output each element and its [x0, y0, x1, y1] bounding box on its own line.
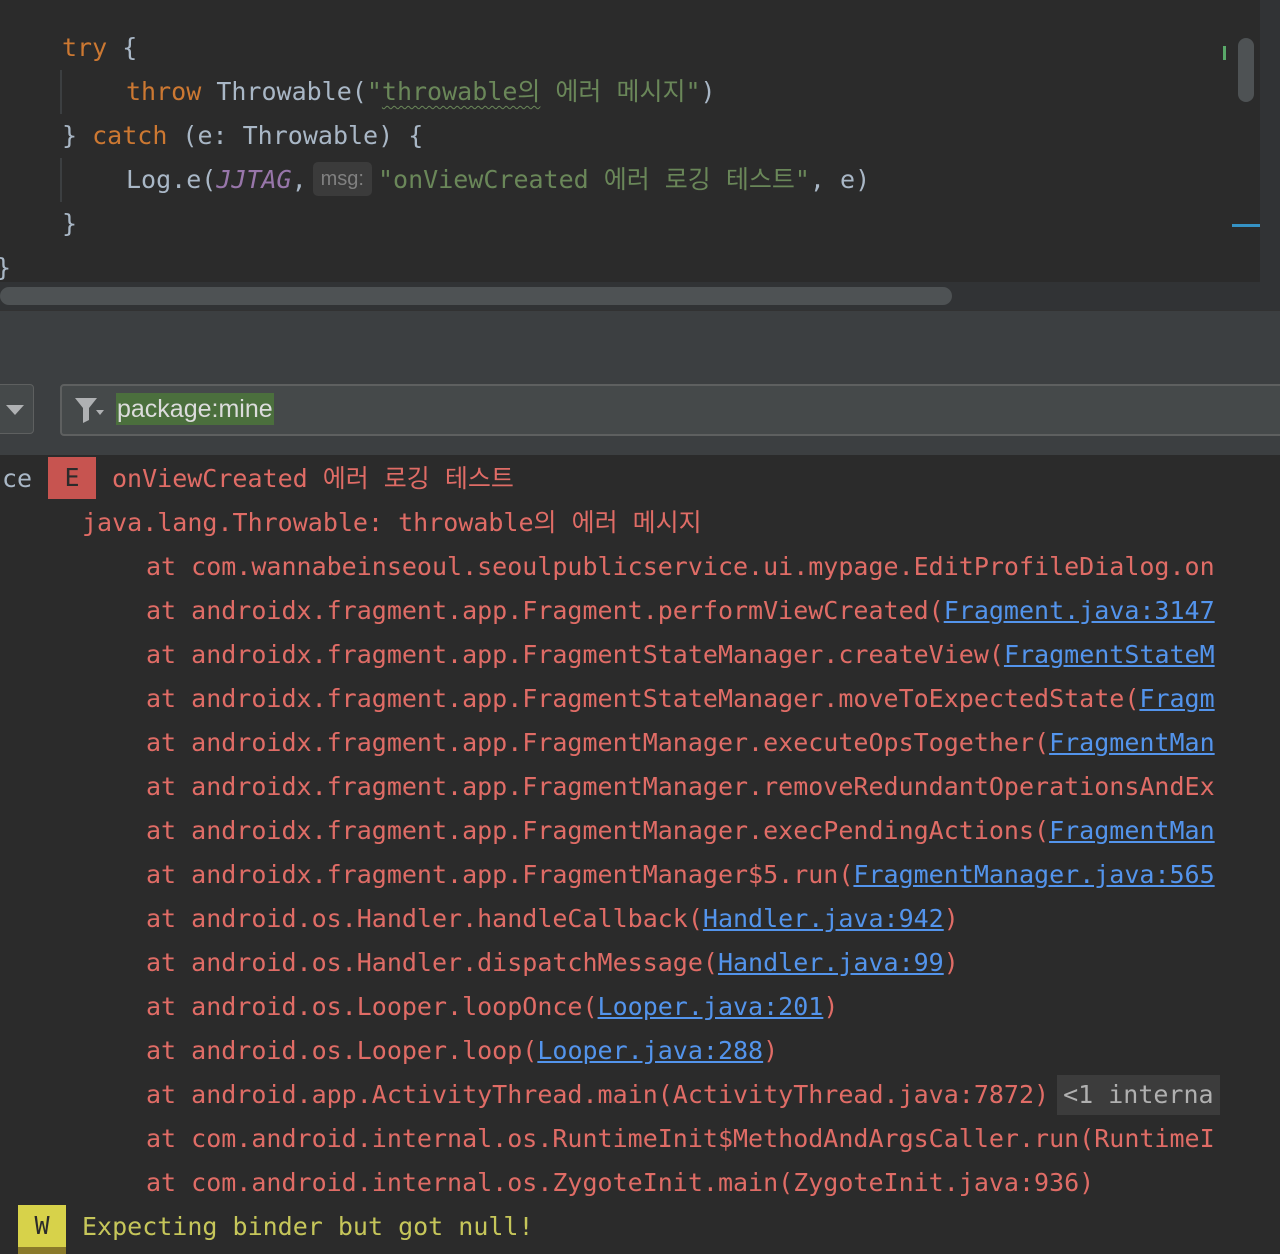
stack-frame-tail: ) — [823, 992, 839, 1021]
filter-query-text[interactable]: package:mine — [116, 393, 274, 425]
keyword-throw: throw — [126, 77, 202, 106]
spelling-warning-text[interactable]: throwable의 — [382, 77, 540, 106]
stack-frame: at android.os.Handler.handleCallback(Han… — [146, 897, 959, 941]
code-text: ) — [700, 77, 716, 106]
indent-guide — [60, 158, 62, 202]
source-link[interactable]: Handler.java:942 — [703, 904, 944, 933]
editor-vertical-scrollbar[interactable] — [1238, 38, 1254, 102]
code-text: Throwable( — [201, 77, 367, 106]
keyword-catch: catch — [92, 121, 168, 150]
stack-frame-tail: ) — [943, 904, 959, 933]
stack-frame: at android.app.ActivityThread.main(Activ… — [146, 1073, 1220, 1117]
stack-frame: at androidx.fragment.app.FragmentManager… — [146, 853, 1215, 897]
stack-frame: at android.os.Looper.loop(Looper.java:28… — [146, 1029, 778, 1073]
parameter-hint: msg: — [312, 162, 372, 196]
code-line-outer-close: } — [0, 246, 11, 285]
error-level-badge: E — [48, 457, 96, 499]
warning-message: Expecting binder but got null! — [82, 1212, 534, 1241]
editor-horizontal-scrollbar[interactable] — [0, 287, 952, 305]
source-link[interactable]: Looper.java:201 — [598, 992, 824, 1021]
code-text: { — [107, 33, 138, 62]
change-marker[interactable] — [1223, 46, 1226, 60]
code-line-try: try { — [62, 26, 137, 70]
code-line-throw: throw Throwable("throwable의 에러 메시지") — [126, 70, 716, 114]
editor-scroll-rail — [1260, 0, 1280, 310]
stack-frame-text: at androidx.fragment.app.FragmentManager… — [146, 772, 1215, 801]
log-tag-column: ce — [2, 464, 33, 493]
chevron-down-icon[interactable] — [6, 405, 24, 415]
stack-frame-text: at android.os.Handler.handleCallback( — [146, 904, 703, 933]
stack-frame: at androidx.fragment.app.Fragment.perfor… — [146, 589, 1215, 633]
stack-frame: at androidx.fragment.app.FragmentManager… — [146, 809, 1215, 853]
string-literal: 에러 메시지" — [540, 77, 701, 106]
code-text: , e) — [809, 165, 871, 194]
string-literal: " — [366, 77, 382, 106]
log-message: onViewCreated 에러 로깅 테스트 — [112, 464, 514, 493]
source-link[interactable]: Handler.java:99 — [718, 948, 944, 977]
stack-frame-text: at com.wannabeinseoul.seoulpublicservice… — [146, 552, 1215, 581]
stack-frame: at android.os.Handler.dispatchMessage(Ha… — [146, 941, 959, 985]
code-text: , — [291, 165, 307, 194]
source-link[interactable]: Looper.java:288 — [537, 1036, 763, 1065]
code-text: Log.e( — [126, 165, 217, 194]
keyword-try: try — [62, 33, 108, 62]
stack-frame-text: at com.android.internal.os.RuntimeInit$M… — [146, 1124, 1215, 1153]
code-text: } — [62, 121, 93, 150]
string-literal: "onViewCreated 에러 로깅 테스트" — [377, 165, 810, 194]
code-editor[interactable]: try { throw Throwable("throwable의 에러 메시지… — [0, 0, 1260, 285]
stack-frame: at androidx.fragment.app.FragmentManager… — [146, 765, 1215, 809]
stack-frame-text: at android.os.Looper.loop( — [146, 1036, 538, 1065]
stack-frame-tail: ) — [943, 948, 959, 977]
source-link[interactable]: Fragm — [1139, 684, 1214, 713]
source-link[interactable]: FragmentMan — [1049, 816, 1215, 845]
code-line-inner-close: } — [62, 209, 78, 238]
stack-frame: at com.android.internal.os.RuntimeInit$M… — [146, 1117, 1215, 1161]
stack-frame-text: at androidx.fragment.app.FragmentManager… — [146, 860, 854, 889]
stack-frame-text: at androidx.fragment.app.Fragment.perfor… — [146, 596, 944, 625]
constant-tag: JJTAG — [216, 165, 292, 194]
stack-frame-text: at androidx.fragment.app.FragmentManager… — [146, 728, 1050, 757]
stack-frame: at androidx.fragment.app.FragmentStateMa… — [146, 633, 1215, 677]
warning-badge-underline — [18, 1247, 66, 1254]
stack-frame-text: at android.os.Looper.loopOnce( — [146, 992, 598, 1021]
stack-frame: at androidx.fragment.app.FragmentManager… — [146, 721, 1215, 765]
stack-frame: at com.wannabeinseoul.seoulpublicservice… — [146, 545, 1215, 589]
stack-frame-text: at androidx.fragment.app.FragmentStateMa… — [146, 640, 1004, 669]
stack-frame: at androidx.fragment.app.FragmentStateMa… — [146, 677, 1215, 721]
warning-level-badge: W — [18, 1205, 66, 1247]
indent-guide — [60, 70, 62, 114]
filter-icon[interactable] — [74, 396, 106, 424]
code-text: (e: Throwable) { — [167, 121, 424, 150]
source-link[interactable]: FragmentMan — [1049, 728, 1215, 757]
source-link[interactable]: FragmentManager.java:565 — [853, 860, 1214, 889]
caret-marker[interactable] — [1232, 224, 1260, 227]
collapsed-frames-toggle[interactable]: <1 interna — [1057, 1075, 1220, 1115]
stack-frame-text: at com.android.internal.os.ZygoteInit.ma… — [146, 1168, 1095, 1197]
stack-frame-text: at android.app.ActivityThread.main(Activ… — [146, 1080, 1050, 1109]
code-line-catch: } catch (e: Throwable) { — [62, 114, 423, 158]
logcat-panel-header — [0, 310, 1280, 366]
source-link[interactable]: Fragment.java:3147 — [944, 596, 1215, 625]
stack-frame-text: at androidx.fragment.app.FragmentStateMa… — [146, 684, 1140, 713]
stack-frame-text: at android.os.Handler.dispatchMessage( — [146, 948, 718, 977]
exception-line: java.lang.Throwable: throwable의 에러 메시지 — [82, 508, 702, 537]
stack-frame: at android.os.Looper.loopOnce(Looper.jav… — [146, 985, 838, 1029]
stack-frame-text: at androidx.fragment.app.FragmentManager… — [146, 816, 1050, 845]
code-line-log: Log.e(JJTAG, msg: "onViewCreated 에러 로깅 테스트… — [126, 158, 870, 202]
stack-frame-tail: ) — [763, 1036, 779, 1065]
source-link[interactable]: FragmentStateM — [1004, 640, 1215, 669]
stack-frame: at com.android.internal.os.ZygoteInit.ma… — [146, 1161, 1094, 1205]
